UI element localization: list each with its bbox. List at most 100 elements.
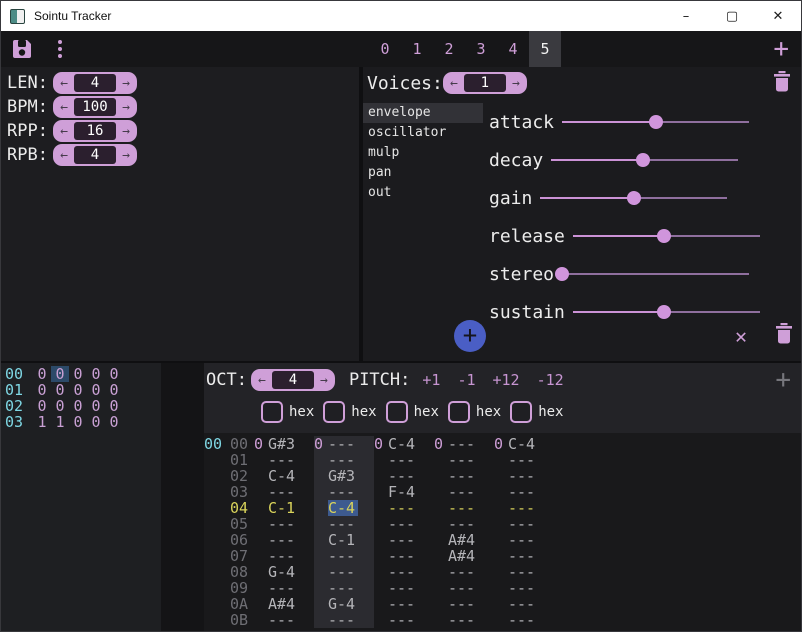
note-cell[interactable]: --- xyxy=(388,564,418,580)
note-cell[interactable]: --- xyxy=(328,452,358,468)
note-cell[interactable]: --- xyxy=(508,468,538,484)
note-cell[interactable]: --- xyxy=(448,468,478,484)
order-cell[interactable]: 0 xyxy=(105,366,123,382)
param-slider-decay[interactable] xyxy=(551,153,738,167)
unit-item-out[interactable]: out xyxy=(363,183,483,203)
note-cell[interactable]: --- xyxy=(448,612,478,628)
note-cell[interactable]: --- xyxy=(508,484,538,500)
note-cell[interactable]: --- xyxy=(268,580,298,596)
note-cell[interactable]: G#3 xyxy=(268,436,298,452)
note-cell[interactable]: C-1 xyxy=(268,500,298,516)
tab-0[interactable]: 0 xyxy=(369,31,401,67)
param-slider-gain[interactable] xyxy=(540,191,727,205)
hex-checkbox-2[interactable] xyxy=(323,401,345,423)
note-cell[interactable]: --- xyxy=(448,564,478,580)
voices-stepper-increment[interactable]: → xyxy=(508,76,524,91)
note-cell[interactable]: --- xyxy=(328,548,358,564)
note-cell[interactable]: C-4 xyxy=(388,436,418,452)
rpb-stepper-decrement[interactable]: ← xyxy=(56,148,72,163)
order-cell[interactable]: 0 xyxy=(69,366,87,382)
tab-3[interactable]: 3 xyxy=(465,31,497,67)
note-cell[interactable]: --- xyxy=(448,500,478,516)
note-cell[interactable]: --- xyxy=(508,500,538,516)
rpp-stepper-decrement[interactable]: ← xyxy=(56,124,72,139)
note-cell[interactable]: --- xyxy=(508,612,538,628)
close-button[interactable]: ✕ xyxy=(755,1,801,31)
delete-unit-trash-button[interactable] xyxy=(775,323,793,348)
param-slider-attack[interactable] xyxy=(562,115,749,129)
note-cell[interactable]: --- xyxy=(388,452,418,468)
tab-1[interactable]: 1 xyxy=(401,31,433,67)
hex-checkbox-4[interactable] xyxy=(448,401,470,423)
note-cell[interactable]: --- xyxy=(268,452,298,468)
order-cell[interactable]: 1 xyxy=(51,414,69,430)
order-cell[interactable]: 0 xyxy=(105,398,123,414)
unit-item-pan[interactable]: pan xyxy=(363,163,483,183)
note-cell[interactable]: --- xyxy=(388,612,418,628)
minimize-button[interactable]: – xyxy=(663,1,709,31)
note-cell[interactable]: --- xyxy=(328,484,358,500)
order-cell[interactable]: 0 xyxy=(87,366,105,382)
add-unit-button[interactable]: + xyxy=(454,320,486,352)
order-cell[interactable]: 0 xyxy=(33,382,51,398)
note-cell[interactable]: --- xyxy=(388,468,418,484)
note-cell[interactable]: --- xyxy=(328,436,358,452)
note-cell[interactable]: --- xyxy=(508,564,538,580)
note-cell[interactable]: --- xyxy=(388,532,418,548)
tab-2[interactable]: 2 xyxy=(433,31,465,67)
note-cell[interactable]: --- xyxy=(388,516,418,532)
bpm-stepper-decrement[interactable]: ← xyxy=(56,100,72,115)
note-cell[interactable]: --- xyxy=(448,452,478,468)
slider-thumb[interactable] xyxy=(649,115,663,129)
order-cell[interactable]: 0 xyxy=(51,398,69,414)
order-cell[interactable]: 0 xyxy=(51,382,69,398)
note-cell[interactable]: --- xyxy=(328,580,358,596)
param-slider-sustain[interactable] xyxy=(573,305,760,319)
tab-4[interactable]: 4 xyxy=(497,31,529,67)
len-stepper-decrement[interactable]: ← xyxy=(56,76,72,91)
note-cell[interactable]: --- xyxy=(448,596,478,612)
note-cell[interactable]: A#4 xyxy=(448,548,478,564)
note-cell[interactable]: G-4 xyxy=(268,564,298,580)
note-cell[interactable]: --- xyxy=(448,484,478,500)
slider-thumb[interactable] xyxy=(636,153,650,167)
delete-unit-icon[interactable]: ✕ xyxy=(735,324,747,348)
octave-stepper-decrement[interactable]: ← xyxy=(254,373,270,388)
add-instrument-button[interactable]: + xyxy=(773,33,789,65)
note-cell[interactable]: --- xyxy=(328,564,358,580)
order-cell[interactable]: 0 xyxy=(87,382,105,398)
len-stepper-increment[interactable]: → xyxy=(118,76,134,91)
note-cell[interactable]: --- xyxy=(508,532,538,548)
note-cell[interactable]: --- xyxy=(508,516,538,532)
order-cell[interactable]: 0 xyxy=(69,414,87,430)
pitch-button--12[interactable]: -12 xyxy=(537,371,564,389)
note-cell[interactable]: --- xyxy=(388,500,418,516)
param-slider-release[interactable] xyxy=(573,229,760,243)
note-cell[interactable]: --- xyxy=(448,436,478,452)
unit-item-mulp[interactable]: mulp xyxy=(363,143,483,163)
rpp-stepper-increment[interactable]: → xyxy=(118,124,134,139)
note-cell[interactable]: G#3 xyxy=(328,468,358,484)
delete-instrument-button[interactable] xyxy=(773,71,791,96)
note-cell[interactable]: --- xyxy=(508,596,538,612)
note-cell[interactable]: G-4 xyxy=(328,596,358,612)
note-cell[interactable]: --- xyxy=(268,548,298,564)
note-cell[interactable]: C-4 xyxy=(328,500,358,516)
note-cell[interactable]: C-4 xyxy=(268,468,298,484)
note-cell[interactable]: C-4 xyxy=(508,436,538,452)
note-cell[interactable]: --- xyxy=(328,516,358,532)
hex-checkbox-3[interactable] xyxy=(386,401,408,423)
note-cell[interactable]: --- xyxy=(508,580,538,596)
order-cell[interactable]: 0 xyxy=(51,366,69,382)
note-cell[interactable]: A#4 xyxy=(448,532,478,548)
note-cell[interactable]: --- xyxy=(388,596,418,612)
tab-5[interactable]: 5 xyxy=(529,31,561,67)
order-cell[interactable]: 0 xyxy=(105,382,123,398)
note-cell[interactable]: --- xyxy=(268,484,298,500)
note-cell[interactable]: C-1 xyxy=(328,532,358,548)
note-cell[interactable]: --- xyxy=(328,612,358,628)
order-cell[interactable]: 0 xyxy=(33,366,51,382)
slider-thumb[interactable] xyxy=(627,191,641,205)
note-cell[interactable]: --- xyxy=(388,548,418,564)
order-cell[interactable]: 0 xyxy=(69,398,87,414)
